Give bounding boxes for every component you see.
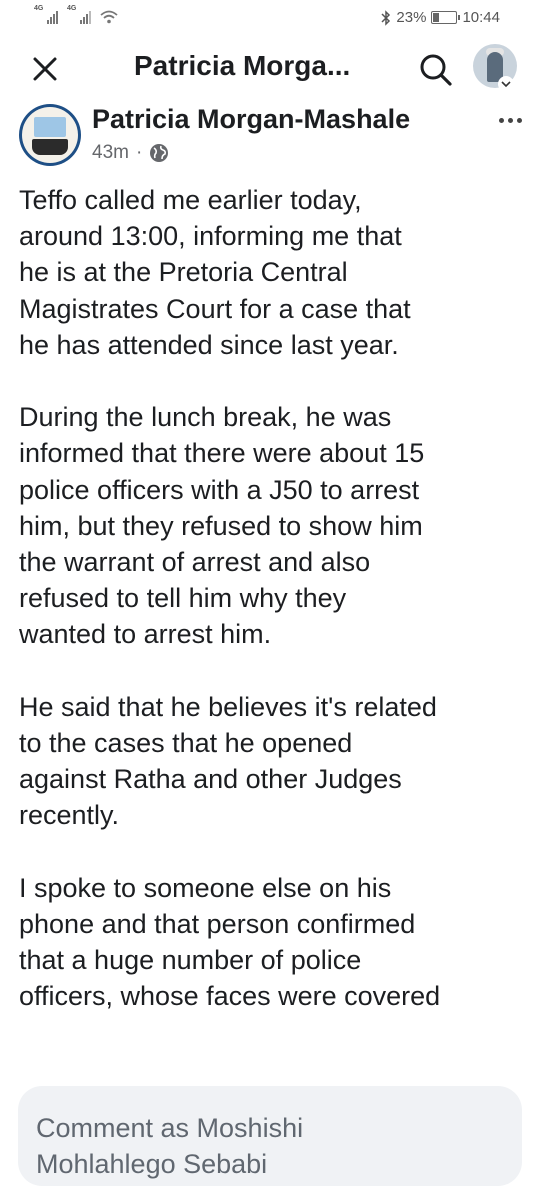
search-button[interactable] — [418, 52, 454, 88]
post-time[interactable]: 43m — [92, 142, 129, 164]
more-options-button[interactable] — [492, 110, 528, 130]
text-line: around 13:00, informing me that — [19, 221, 402, 252]
text-line: I spoke to someone else on his — [19, 872, 392, 903]
chevron-down-icon[interactable] — [498, 76, 514, 92]
text-line: During the lunch break, he was — [19, 402, 392, 433]
close-icon — [33, 57, 57, 81]
text-line: the warrant of arrest and also — [19, 547, 371, 578]
wifi-icon — [100, 10, 118, 24]
text-line: officers, whose faces were covered — [19, 981, 441, 1012]
post-paragraph: I spoke to someone else on his phone and… — [19, 870, 529, 1015]
text-line: police officers with a J50 to arrest — [19, 474, 420, 505]
comment-placeholder-line: Comment as Moshishi — [36, 1113, 304, 1143]
battery-icon — [431, 11, 461, 24]
network-type: 4G — [67, 5, 77, 12]
post-header: Patricia Morgan-Mashale 43m · — [0, 100, 540, 182]
text-line: he has attended since last year. — [19, 329, 399, 360]
battery-percent: 23% — [396, 9, 427, 26]
text-line: recently. — [19, 800, 120, 831]
page-title: Patricia Morga... — [134, 50, 351, 81]
post-paragraph: During the lunch break, he was informed … — [19, 399, 529, 652]
text-line: He said that he believes it's related — [19, 691, 437, 722]
text-line: phone and that person confirmed — [19, 909, 416, 940]
author-name[interactable]: Patricia Morgan-Mashale — [92, 104, 410, 135]
text-line: wanted to arrest him. — [19, 619, 272, 650]
comment-placeholder-line: Mohlahlego Sebabi — [36, 1149, 268, 1179]
author-avatar[interactable] — [19, 104, 81, 166]
clock: 10:44 — [462, 9, 500, 26]
text-line: Magistrates Court for a case that — [19, 293, 411, 324]
search-icon — [420, 54, 452, 86]
top-bar: Patricia Morga... — [0, 36, 540, 100]
network-type: 4G — [34, 5, 44, 12]
text-line: Teffo called me earlier today, — [19, 185, 362, 215]
comment-placeholder: Comment as Moshishi Mohlahlego Sebabi — [36, 1110, 504, 1182]
text-line: he is at the Pretoria Central — [19, 257, 348, 288]
cell-signal-icon: 4G — [34, 5, 58, 24]
text-line: him, but they refused to show him — [19, 510, 423, 541]
close-button[interactable] — [26, 50, 64, 88]
text-line: to the cases that he opened — [19, 728, 353, 759]
text-line: refused to tell him why they — [19, 583, 347, 614]
text-line: that a huge number of police — [19, 945, 362, 976]
meta-separator: · — [135, 142, 143, 163]
globe-icon — [150, 144, 169, 162]
comment-bar: Comment as Moshishi Mohlahlego Sebabi — [0, 1078, 540, 1200]
post-text: Teffo called me earlier today, around 13… — [19, 182, 529, 1078]
bluetooth-icon — [381, 9, 391, 26]
cell-signal-icon: 4G — [67, 5, 91, 24]
text-line: against Ratha and other Judges — [19, 764, 402, 795]
comment-input[interactable]: Comment as Moshishi Mohlahlego Sebabi — [18, 1086, 522, 1186]
post-paragraph: Teffo called me earlier today, around 13… — [19, 182, 529, 363]
text-line: informed that there were about 15 — [19, 438, 425, 469]
post-meta: 43m · — [92, 142, 169, 164]
post-paragraph: He said that he believes it's related to… — [19, 689, 529, 834]
status-bar: 4G 4G 23% 10:44 — [0, 0, 540, 36]
